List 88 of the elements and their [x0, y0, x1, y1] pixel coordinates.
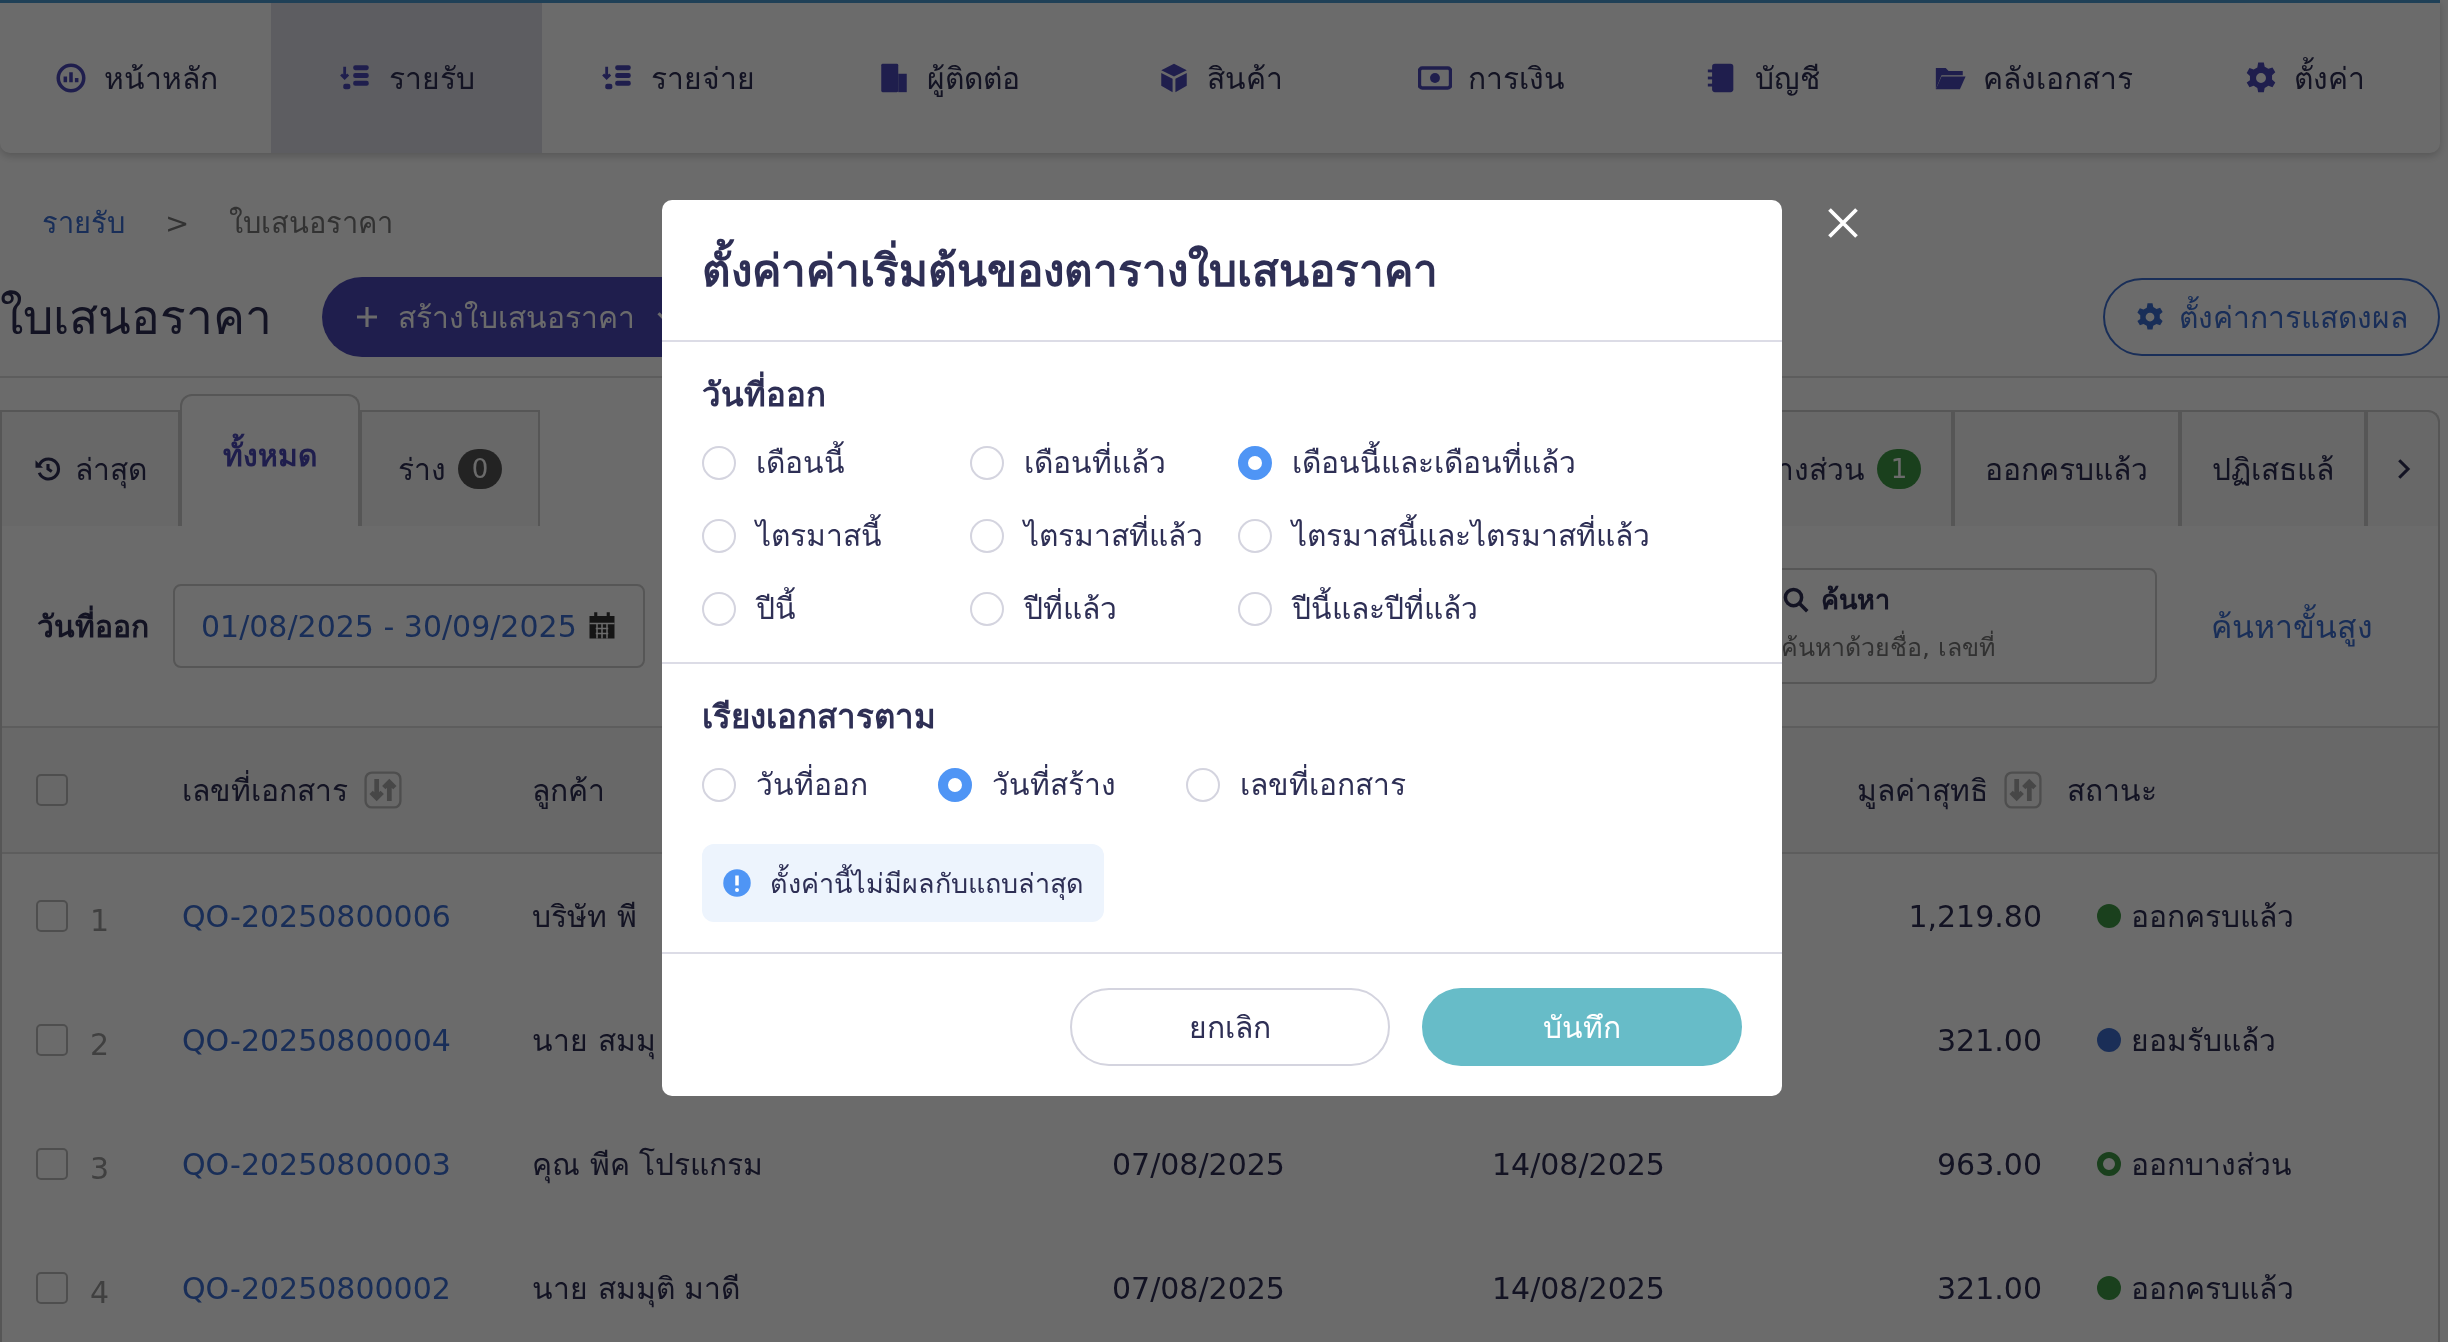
info-icon [722, 868, 752, 898]
amount-cell: 1,219.80 [1908, 898, 2042, 934]
nav-item[interactable]: รายจ่าย [542, 3, 814, 153]
customer-cell: นาย สมมุ [532, 1022, 656, 1058]
radio-option[interactable]: วันที่สร้าง [938, 761, 1116, 808]
due-date-cell: 14/08/2025 [1492, 1146, 1665, 1182]
sort-icon[interactable] [364, 771, 402, 809]
cancel-button[interactable]: ยกเลิก [1070, 988, 1390, 1066]
tab[interactable]: ร่าง 0 [360, 410, 540, 526]
nav-item[interactable]: บัญชี [1626, 3, 1898, 153]
nav-item[interactable]: ผู้ติดต่อ [813, 3, 1085, 153]
breadcrumb-link[interactable]: รายรับ [42, 200, 125, 246]
document-number-link[interactable]: QO-20250800004 [182, 1022, 451, 1058]
tab[interactable]: ทั้งหมด [180, 394, 360, 526]
due-date-cell: 14/08/2025 [1492, 1270, 1665, 1306]
page-title: ใบเสนอราคา [0, 288, 272, 347]
nav-item[interactable]: ตั้งค่า [2168, 3, 2440, 153]
status-label: ออกครบแล้ว [2131, 897, 2294, 936]
section-title: วันที่ออก [702, 368, 1742, 421]
sort-icon[interactable] [2004, 771, 2042, 809]
note-text: ตั้งค่านี้ไม่มีผลกับแถบล่าสุด [770, 861, 1084, 905]
radio-button[interactable] [970, 591, 1004, 626]
checkbox[interactable] [36, 900, 68, 932]
settings-icon [2135, 302, 2165, 332]
display-settings-button[interactable]: ตั้งค่าการแสดงผล [2103, 278, 2440, 356]
document-number-link[interactable]: QO-20250800002 [182, 1270, 451, 1306]
radio-button[interactable] [702, 445, 736, 480]
radio-button[interactable] [1238, 518, 1272, 553]
checkbox[interactable] [36, 1024, 68, 1056]
radio-button[interactable] [1238, 591, 1272, 626]
amount-cell: 963.00 [1937, 1146, 2042, 1182]
radio-button[interactable] [702, 591, 736, 626]
status-label: ออกครบแล้ว [2131, 1269, 2294, 1308]
radio-option[interactable]: ไตรมาสนี้ [702, 512, 970, 559]
document-number-link[interactable]: QO-20250800006 [182, 898, 451, 934]
save-button[interactable]: บันทึก [1422, 988, 1742, 1066]
breadcrumb-current: ใบเสนอราคา [229, 205, 394, 242]
customer-cell: คุณ พีค โปรแกรม [532, 1146, 764, 1182]
radio-option[interactable]: ปีนี้ [702, 585, 970, 632]
checkbox[interactable] [36, 774, 68, 806]
customer-cell: บริษัท พี [532, 898, 637, 934]
column-header: สถานะ [2067, 771, 2157, 810]
radio-option[interactable]: เดือนนี้ [702, 439, 970, 486]
issue-date-cell: 07/08/2025 [1112, 1270, 1285, 1306]
radio-option[interactable]: ไตรมาสนี้และไตรมาสที่แล้ว [1238, 512, 1742, 559]
nav-item[interactable]: การเงิน [1355, 3, 1627, 153]
amount-cell: 321.00 [1937, 1022, 2042, 1058]
radio-button[interactable] [970, 445, 1004, 480]
status-label: ยอมรับแล้ว [2131, 1021, 2276, 1060]
status-label: ออกบางส่วน [2131, 1145, 2292, 1184]
radio-button[interactable] [938, 767, 972, 802]
checkbox[interactable] [36, 1148, 68, 1180]
customer-cell: นาย สมมุติ มาดี [532, 1270, 741, 1306]
scroll-tabs-button[interactable] [2366, 410, 2440, 526]
nav-item[interactable]: รายรับ [271, 3, 543, 153]
column-header: เลขที่เอกสาร [182, 769, 349, 810]
radio-option[interactable]: ไตรมาสที่แล้ว [970, 512, 1238, 559]
document-number-link[interactable]: QO-20250800003 [182, 1146, 451, 1182]
radio-option[interactable]: ปีที่แล้ว [970, 585, 1238, 632]
radio-option[interactable]: เดือนนี้และเดือนที่แล้ว [1238, 439, 1742, 486]
radio-option[interactable]: เดือนที่แล้ว [970, 439, 1238, 486]
radio-option[interactable]: เลขที่เอกสาร [1186, 761, 1406, 808]
nav-item[interactable]: คลังเอกสาร [1897, 3, 2169, 153]
radio-button[interactable] [970, 518, 1004, 553]
tab[interactable]: ปฏิเสธแล้ [2180, 410, 2366, 526]
radio-option[interactable]: ปีนี้และปีที่แล้ว [1238, 585, 1742, 632]
radio-button[interactable] [1186, 767, 1220, 802]
advanced-search-link[interactable]: ค้นหาขั้นสูง [2211, 600, 2373, 652]
radio-button[interactable] [1238, 445, 1272, 480]
issue-date-cell: 07/08/2025 [1112, 1146, 1285, 1182]
radio-button[interactable] [702, 767, 736, 802]
checkbox[interactable] [36, 1272, 68, 1304]
search-label: ค้นหา [1821, 583, 1890, 617]
count-badge: 1 [1877, 449, 1921, 489]
column-header: ลูกค้า [532, 771, 605, 811]
column-header: มูลค่าสุทธิ [1857, 771, 1989, 812]
count-badge: 0 [458, 449, 502, 489]
tab[interactable]: ออกครบแล้ว [1953, 410, 2180, 526]
radio-button[interactable] [702, 518, 736, 553]
radio-option[interactable]: วันที่ออก [702, 761, 868, 808]
history-icon [33, 454, 63, 484]
nav-item[interactable]: สินค้า [1084, 3, 1356, 153]
filter-label: วันที่ออก [37, 602, 149, 650]
date-range-field[interactable]: 01/08/2025 - 30/09/2025 [173, 584, 645, 668]
breadcrumb-separator: > [165, 206, 190, 240]
tab[interactable]: ล่าสุด [0, 410, 180, 526]
amount-cell: 321.00 [1937, 1270, 2042, 1306]
section-title: เรียงเอกสารตาม [702, 696, 937, 738]
